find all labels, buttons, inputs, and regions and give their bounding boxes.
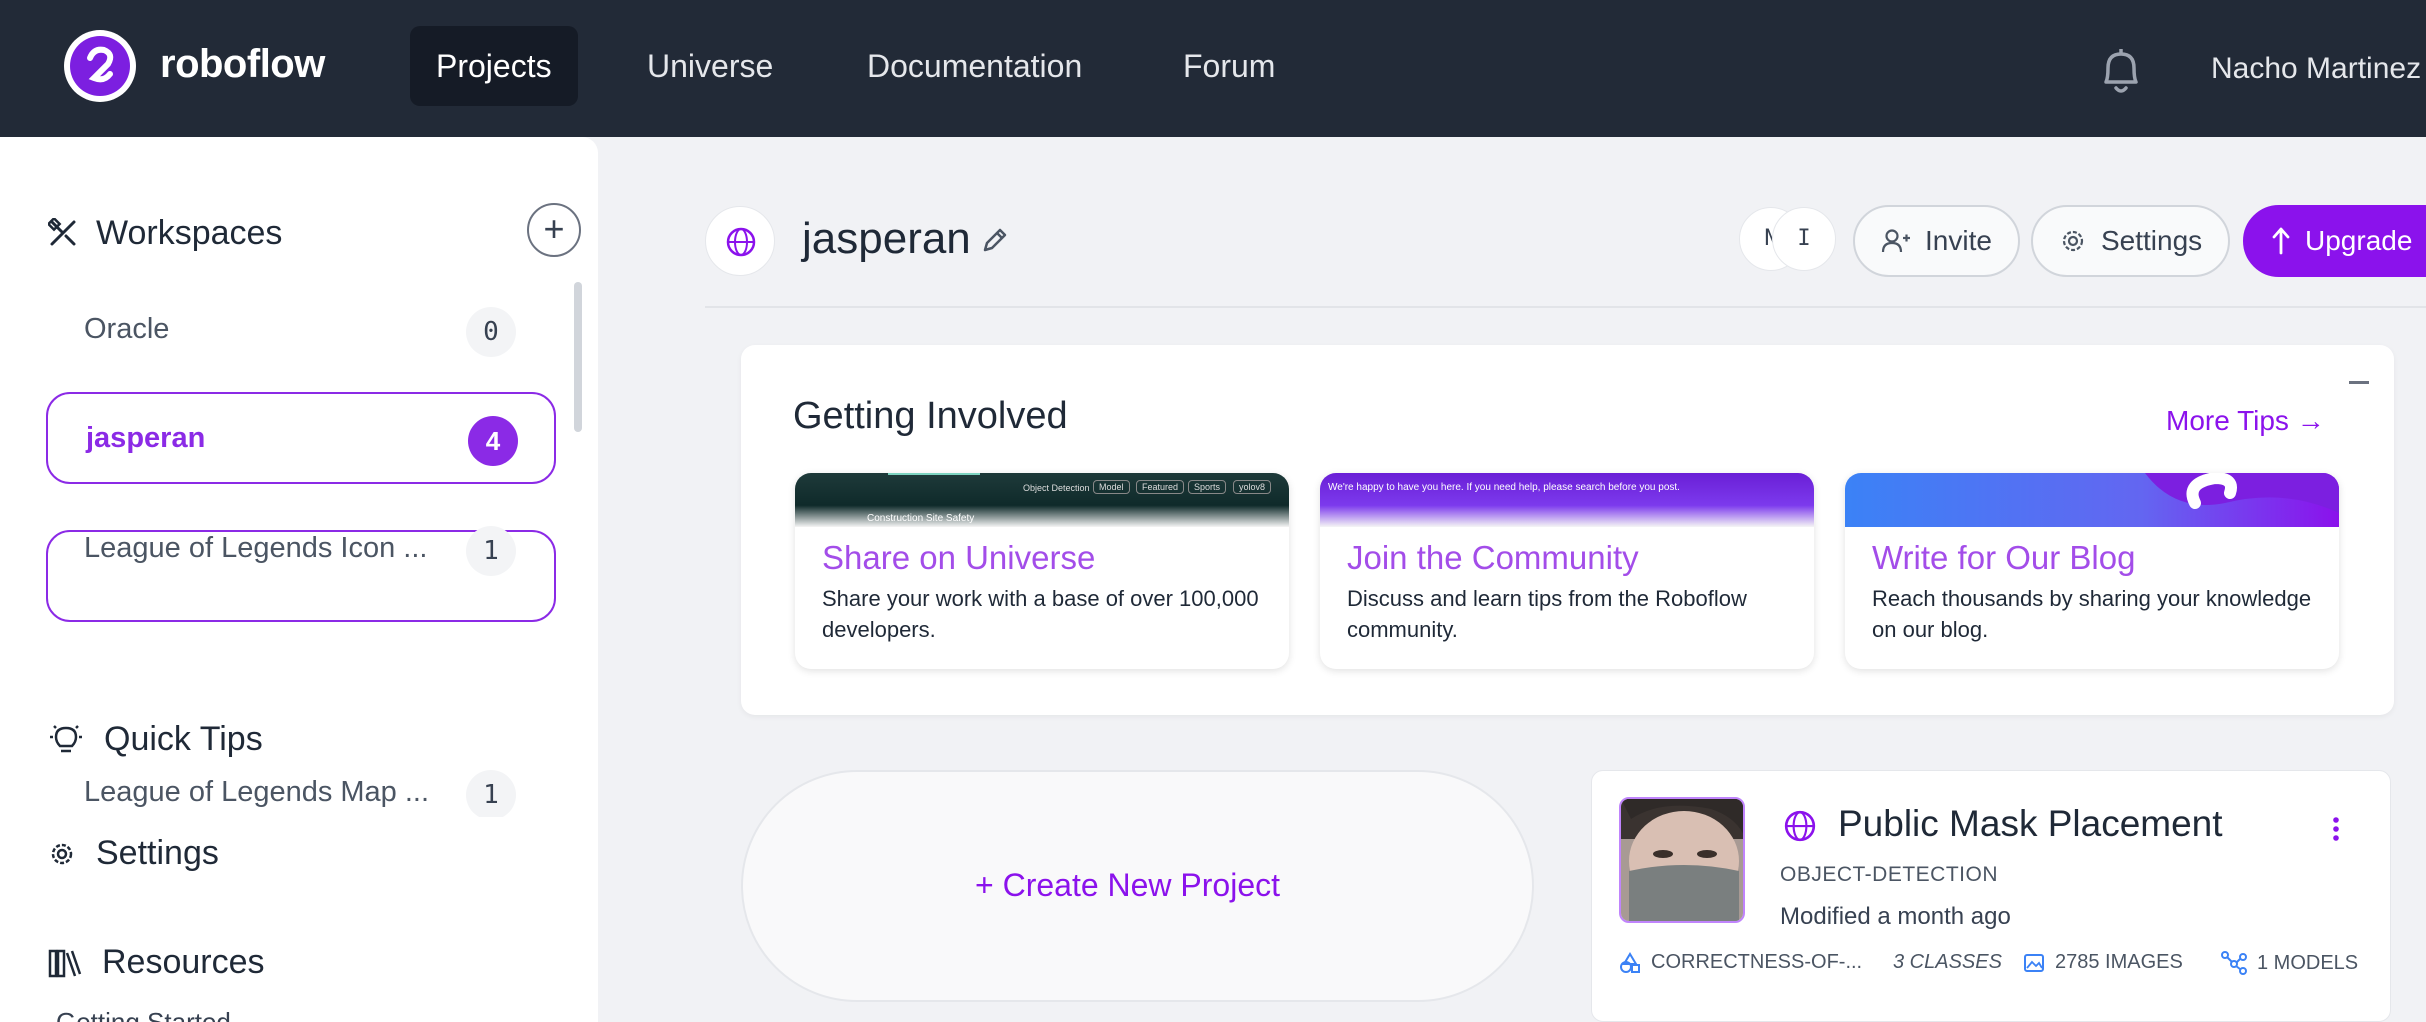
more-options-icon[interactable] [2331,815,2341,848]
images-label: 2785 IMAGES [2055,951,2183,973]
write-blog-card[interactable]: Write for Our Blog Reach thousands by sh… [1845,473,2339,669]
add-workspace-button[interactable]: + [527,203,581,257]
invite-label: Invite [1925,225,1992,256]
getting-involved-title: Getting Involved [793,395,1068,437]
banner-text: We're happy to have you here. If you nee… [1328,482,1680,493]
globe-icon [726,227,756,257]
shapes-icon [1620,951,1640,973]
quick-tips-link[interactable]: Quick Tips [48,720,263,759]
upgrade-button[interactable]: Upgrade [2243,205,2426,277]
settings-button[interactable]: Settings [2031,205,2231,277]
images-meta: 2785 IMAGES [2023,951,2183,974]
upgrade-label: Upgrade [2305,225,2413,256]
member-avatar[interactable]: I [1772,207,1836,271]
workspace-item-jasperan-selected[interactable]: jasperan 4 [46,392,556,484]
workspace-item-oracle[interactable]: Oracle 0 [46,285,556,377]
workspace-count-badge: 1 [466,526,516,576]
project-thumbnail [1619,797,1745,923]
universe-banner-image: Construction Site Safety Object Detectio… [795,473,1289,527]
workspaces-tools-icon [48,218,76,246]
project-modified: Modified a month ago [1780,903,2011,930]
card-title: Join the Community [1347,539,1639,576]
project-card[interactable]: Public Mask Placement OBJECT-DETECTION M… [1591,770,2391,1022]
annotation-group-meta: CORRECTNESS-OF-... [1619,951,1862,974]
workspace-label: League of Legends Map ... [84,776,430,808]
sidebar-settings-link[interactable]: Settings [48,834,219,873]
banner-text: Construction Site Safety [867,513,975,524]
workspace-label: Oracle [84,313,170,345]
blog-banner-image [1845,473,2339,527]
user-menu[interactable]: Nacho Martinez [2211,52,2421,86]
workspace-count-badge: 4 [468,416,518,466]
share-universe-card[interactable]: Construction Site Safety Object Detectio… [795,473,1289,669]
brand-name[interactable]: roboflow [160,42,325,87]
banner-tag: Model [1093,480,1130,494]
workspaces-heading: Workspaces [48,209,282,257]
workspace-count-badge: 1 [466,770,516,817]
create-new-project-button[interactable]: + Create New Project [741,770,1534,1002]
join-community-card[interactable]: We're happy to have you here. If you nee… [1320,473,1814,669]
banner-tag: Sports [1188,480,1227,494]
public-globe-icon [1783,809,1817,848]
roboflow-logo-icon[interactable] [64,30,136,102]
gear-icon [51,843,73,864]
nav-forum[interactable]: Forum [1157,26,1301,106]
upgrade-arrow-icon [2272,227,2290,255]
more-tips-link[interactable]: More Tips → [2166,405,2325,437]
classes-label: 3 CLASSES [1893,951,2002,973]
card-description: Share your work with a base of over 100,… [822,586,1259,642]
workspaces-title: Workspaces [96,213,283,252]
books-icon [48,949,82,977]
resources-label: Resources [102,943,265,981]
nav-universe[interactable]: Universe [621,26,799,106]
workspace-visibility-button[interactable] [705,206,775,276]
annotation-group-label: CORRECTNESS-OF-... [1651,951,1863,973]
edit-pencil-icon[interactable] [980,225,1010,260]
lightbulb-icon [50,724,82,752]
collapse-panel-button[interactable] [2349,381,2369,384]
notification-bell-icon[interactable] [2098,46,2144,101]
workspace-scrollbar[interactable] [574,282,582,432]
card-description: Discuss and learn tips from the Roboflow… [1347,586,1747,642]
banner-tag: Object Detection [1023,483,1090,493]
card-title: Write for Our Blog [1872,539,2136,576]
workspace-item-lol-icon[interactable]: League of Legends Icon ... 1 [46,504,556,596]
list-fade [46,633,556,673]
nav-documentation[interactable]: Documentation [841,26,1108,106]
settings-label: Settings [2101,225,2203,256]
invite-button[interactable]: Invite [1853,205,2020,277]
banner-tag: Featured [1136,480,1185,494]
add-user-icon [1881,229,1910,253]
create-project-label: + Create New Project [975,867,1281,903]
workspace-label: League of Legends Icon ... [84,532,428,564]
models-label: 1 MODELS [2257,951,2359,974]
project-type: OBJECT-DETECTION [1780,863,1999,886]
nav-projects[interactable]: Projects [410,26,578,106]
community-banner-image: We're happy to have you here. If you nee… [1320,473,1814,527]
top-navbar: roboflow Projects Universe Documentation… [0,0,2426,137]
card-description: Reach thousands by sharing your knowledg… [1872,586,2312,642]
sidebar: Workspaces + Oracle 0 League of Legends … [0,137,598,1022]
classes-meta: 3 CLASSES [1893,951,2002,974]
card-title: Share on Universe [822,539,1096,576]
network-icon [2221,951,2247,975]
banner-tag: yolov8 [1233,480,1272,494]
quick-tips-label: Quick Tips [104,720,263,758]
workspace-count-badge: 0 [466,307,516,357]
getting-involved-panel: Getting Involved More Tips → Constructio… [741,345,2394,715]
models-meta: 1 MODELS [2221,951,2358,975]
workspace-title: jasperan [802,214,971,263]
gear-icon [2062,230,2084,252]
settings-label: Settings [96,834,219,872]
project-title[interactable]: Public Mask Placement [1838,803,2223,845]
image-icon [2024,953,2044,972]
workspace-label: jasperan [86,422,206,454]
getting-started-link[interactable]: Getting Started [56,1007,231,1022]
resources-link[interactable]: Resources [48,943,265,982]
header-divider [705,306,2426,308]
